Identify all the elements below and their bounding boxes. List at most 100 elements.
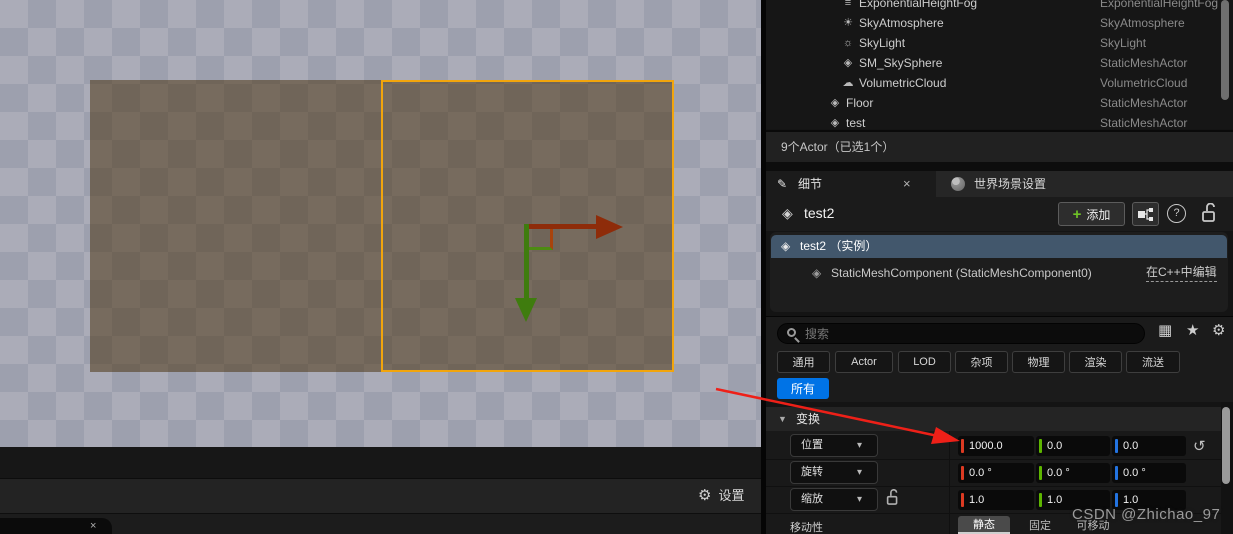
actor-count-label: 9个Actor（已选1个） [781,140,895,154]
tab-bar: ✎ 细节 × 世界场景设置 [766,171,1233,197]
filter-physics[interactable]: 物理 [1012,351,1065,373]
actor-type: StaticMeshActor [1100,96,1188,110]
rotation-x-field[interactable]: 0.0 ° [958,463,1034,483]
mobility-static-button[interactable]: 静态 [958,516,1010,534]
add-label: 添加 [1086,207,1111,222]
search-icon [787,328,796,337]
actor-type: StaticMeshActor [1100,56,1188,70]
viewport-bottom-strip [0,447,761,478]
search-input[interactable]: 搜索 [777,323,1145,344]
outliner-row[interactable]: ☀ SkyAtmosphere SkyAtmosphere [766,13,1233,33]
bottom-dropdown[interactable]: × [0,518,112,534]
actor-name[interactable]: Floor [846,93,873,113]
reset-to-default-icon[interactable]: ↺ [1193,437,1206,455]
location-x-field[interactable]: 1000.0 [958,436,1034,456]
filter-streaming[interactable]: 流送 [1126,351,1180,373]
actor-name[interactable]: ExponentialHeightFog [859,0,977,13]
outliner-row[interactable]: ≡ ExponentialHeightFog ExponentialHeight… [766,0,1233,13]
filter-misc[interactable]: 杂项 [955,351,1008,373]
static-mesh-icon: ◈ [781,239,791,253]
blueprint-button[interactable] [1132,202,1159,226]
component-row[interactable]: ◈ StaticMeshComponent (StaticMeshCompone… [770,261,1228,285]
filter-rendering[interactable]: 渲染 [1069,351,1122,373]
z-axis-bar [1115,493,1118,507]
all-filter-row: 所有 [766,376,1233,402]
outliner-row[interactable]: ☼ SkyLight SkyLight [766,33,1233,53]
viewport-settings-button[interactable]: ⚙ 设置 [698,485,744,504]
actor-name[interactable]: SkyLight [859,33,905,53]
component-tree: ◈ test2 （实例） ◈ StaticMeshComponent (Stat… [770,232,1228,312]
outliner-row[interactable]: ◈ Floor StaticMeshActor [766,93,1233,113]
rotation-z-field[interactable]: 0.0 ° [1112,463,1186,483]
actor-name[interactable]: SkyAtmosphere [859,13,944,33]
mobility-stationary-button[interactable]: 固定 [1016,516,1064,534]
actor-name[interactable]: SM_SkySphere [859,53,942,73]
actor-type: StaticMeshActor [1100,116,1188,129]
location-z-field[interactable]: 0.0 [1112,436,1186,456]
transform-section-header[interactable]: ▼ 变换 [766,407,1221,431]
rotation-y-field[interactable]: 0.0 ° [1036,463,1110,483]
outliner-row[interactable]: ☁ VolumetricCloud VolumetricCloud [766,73,1233,93]
rotation-dropdown[interactable]: 旋转 ▾ [790,461,878,484]
column-divider [949,431,950,534]
outliner-row[interactable]: ◈ test StaticMeshActor [766,113,1233,129]
filter-actor[interactable]: Actor [835,351,893,373]
x-axis-bar [961,466,964,480]
outliner-row[interactable]: ◈ SM_SkySphere StaticMeshActor [766,53,1233,73]
tab-gap [766,162,1233,171]
mobility-label: 移动性 [790,522,823,534]
details-scrollbar-thumb[interactable] [1222,407,1230,484]
actor-name[interactable]: VolumetricCloud [859,73,946,93]
right-panel: ≡ ExponentialHeightFog ExponentialHeight… [766,0,1233,534]
static-mesh-icon: ◈ [812,266,822,280]
location-dropdown[interactable]: 位置 ▾ [790,434,878,457]
tab-world-settings[interactable]: 世界场景设置 [936,171,1233,197]
static-mesh-icon: ◈ [843,57,853,69]
viewport-toolbar [0,478,761,513]
help-button[interactable]: ? [1167,204,1186,223]
x-axis-bar [961,493,964,507]
display-options-icon[interactable]: ▦ [1158,321,1172,339]
actor-type: ExponentialHeightFog [1100,0,1219,10]
watermark: CSDN @Zhichao_97 [1072,506,1221,523]
filter-general[interactable]: 通用 [777,351,830,373]
scale-dropdown[interactable]: 缩放 ▾ [790,488,878,511]
fog-icon: ≡ [844,0,852,9]
scale-lock-button[interactable] [886,489,899,511]
filter-lod[interactable]: LOD [898,351,951,373]
outliner-scrollbar[interactable] [1221,0,1229,100]
gizmo-x-arrowhead-icon[interactable] [596,215,623,239]
chevron-down-icon: ▾ [857,467,863,478]
tab-details[interactable]: ✎ 细节 × [766,171,936,197]
location-y-field[interactable]: 0.0 [1036,436,1110,456]
blueprint-icon [1137,207,1153,221]
scale-x-field[interactable]: 1.0 [958,490,1034,510]
gizmo-plane-handle[interactable] [529,229,553,250]
search-placeholder: 搜索 [805,327,830,341]
filter-all-button[interactable]: 所有 [777,378,829,399]
skylight-icon: ☼ [842,37,854,49]
viewport[interactable]: ⚙ 设置 × [0,0,761,534]
settings-gear-icon[interactable]: ⚙ [1212,321,1225,339]
details-search-row: 搜索 ▦ ★ ⚙ [766,316,1233,348]
atmosphere-icon: ☀ [843,17,853,29]
collapse-arrow-icon[interactable]: ▼ [778,407,787,431]
z-axis-bar [1115,466,1118,480]
lock-button[interactable] [1201,203,1217,223]
component-label: StaticMeshComponent (StaticMeshComponent… [831,266,1092,280]
close-icon[interactable]: × [903,171,911,197]
component-row-selected[interactable]: ◈ test2 （实例） [771,235,1227,258]
add-component-button[interactable]: + 添加 [1058,202,1125,226]
actor-name[interactable]: test [846,113,865,129]
unlock-icon [886,489,898,505]
favorites-star-icon[interactable]: ★ [1186,321,1199,339]
edit-in-cpp-link[interactable]: 在C++中编辑 [1146,264,1217,282]
static-mesh-icon: ◈ [830,97,840,109]
selected-actor-name: test2 [804,205,835,221]
search-icon-handle [794,337,800,343]
world-outliner: ≡ ExponentialHeightFog ExponentialHeight… [766,0,1233,129]
close-icon[interactable]: × [90,520,96,532]
chevron-down-icon: ▾ [857,440,863,451]
instance-label: test2 （实例） [800,239,878,253]
gizmo-y-arrowhead-icon[interactable] [515,298,537,322]
